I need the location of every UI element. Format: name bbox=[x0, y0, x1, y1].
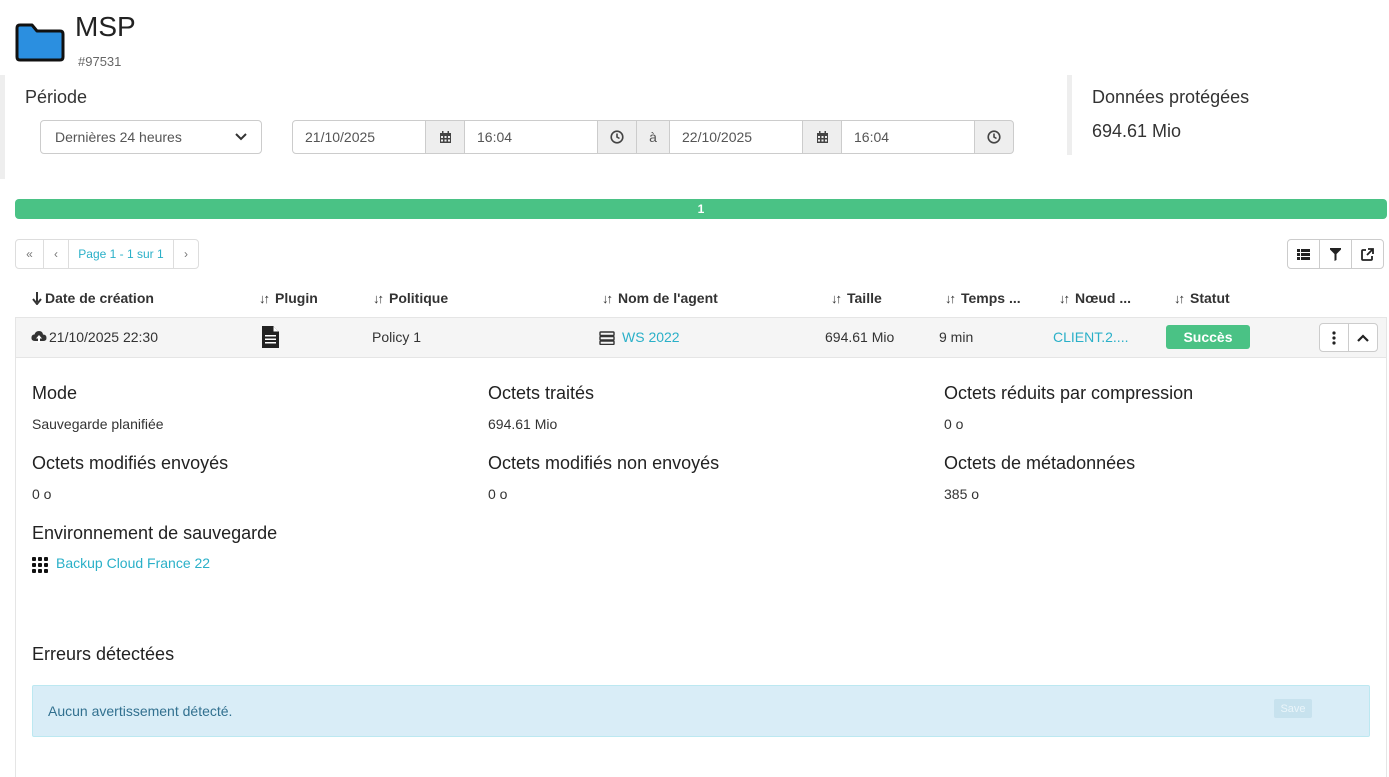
row-policy: Policy 1 bbox=[372, 329, 422, 345]
column-label: Temps ... bbox=[961, 290, 1021, 306]
from-date-input[interactable]: 21/10/2025 bbox=[292, 120, 426, 154]
save-button[interactable]: Save bbox=[1274, 699, 1312, 718]
from-calendar-button[interactable] bbox=[425, 120, 465, 154]
sort-icon: ↓↑ bbox=[1059, 290, 1070, 306]
period-title: Période bbox=[25, 87, 88, 107]
row-date: 21/10/2025 22:30 bbox=[49, 329, 158, 345]
sort-desc-icon bbox=[32, 291, 42, 305]
export-icon bbox=[1361, 247, 1374, 261]
row-menu-button[interactable] bbox=[1319, 323, 1349, 352]
column-label: Plugin bbox=[275, 290, 318, 306]
export-button[interactable] bbox=[1351, 239, 1384, 269]
next-page-button[interactable]: › bbox=[173, 239, 199, 269]
node-link[interactable]: CLIENT.2.... bbox=[1053, 329, 1128, 345]
to-time-input[interactable]: 16:04 bbox=[841, 120, 975, 154]
cloud-upload-icon bbox=[31, 331, 47, 343]
folder-icon bbox=[15, 23, 65, 62]
column-policy[interactable]: ↓↑ Politique bbox=[373, 290, 448, 306]
sort-icon: ↓↑ bbox=[1174, 290, 1185, 306]
modified-unsent-title: Octets modifiés non envoyés bbox=[488, 453, 720, 473]
protected-title: Données protégées bbox=[1092, 87, 1250, 107]
row-size: 694.61 Mio bbox=[825, 329, 895, 345]
column-plugin[interactable]: ↓↑ Plugin bbox=[259, 290, 318, 306]
agent-link[interactable]: WS 2022 bbox=[622, 329, 680, 345]
from-clock-button[interactable] bbox=[597, 120, 637, 154]
file-text-icon bbox=[262, 326, 279, 348]
jobs-progress-bar: 1 bbox=[15, 199, 1387, 219]
org-id: #97531 bbox=[78, 54, 122, 69]
column-date[interactable]: Date de création bbox=[32, 290, 154, 306]
grid-icon bbox=[32, 557, 48, 573]
sort-icon: ↓↑ bbox=[259, 290, 270, 306]
column-label: Nœud ... bbox=[1075, 290, 1131, 306]
processed-title: Octets traités bbox=[488, 383, 595, 403]
column-label: Date de création bbox=[45, 290, 154, 306]
status-badge: Succès bbox=[1166, 325, 1250, 349]
modified-unsent-value: 0 o bbox=[488, 486, 508, 502]
row-duration: 9 min bbox=[939, 329, 974, 345]
period-range-value: Dernières 24 heures bbox=[55, 129, 182, 145]
pagination: « ‹ Page 1 - 1 sur 1 › bbox=[15, 239, 199, 269]
errors-title: Erreurs détectées bbox=[32, 644, 175, 664]
prev-page-button[interactable]: ‹ bbox=[43, 239, 69, 269]
column-label: Statut bbox=[1190, 290, 1230, 306]
modified-sent-value: 0 o bbox=[32, 486, 52, 502]
chevron-up-icon bbox=[1357, 333, 1369, 342]
metadata-value: 385 o bbox=[944, 486, 980, 502]
protected-value: 694.61 Mio bbox=[1092, 121, 1182, 141]
column-duration[interactable]: ↓↑ Temps ... bbox=[945, 290, 1021, 306]
period-range-select[interactable]: Dernières 24 heures bbox=[40, 120, 262, 154]
clock-icon bbox=[987, 130, 1001, 144]
column-size[interactable]: ↓↑ Taille bbox=[831, 290, 882, 306]
column-agent[interactable]: ↓↑ Nom de l'agent bbox=[602, 290, 718, 306]
metadata-title: Octets de métadonnées bbox=[944, 453, 1136, 473]
environment-link[interactable]: Backup Cloud France 22 bbox=[56, 555, 210, 571]
first-page-button[interactable]: « bbox=[15, 239, 44, 269]
more-vertical-icon bbox=[1332, 330, 1336, 345]
calendar-icon bbox=[439, 130, 451, 143]
clock-icon bbox=[610, 130, 624, 144]
sort-icon: ↓↑ bbox=[945, 290, 956, 306]
mode-title: Mode bbox=[32, 383, 78, 403]
collapse-row-button[interactable] bbox=[1348, 323, 1378, 352]
page-indicator[interactable]: Page 1 - 1 sur 1 bbox=[68, 239, 174, 269]
to-date-input[interactable]: 22/10/2025 bbox=[669, 120, 803, 154]
filter-icon bbox=[1330, 247, 1341, 261]
page-title: MSP bbox=[75, 11, 136, 42]
compressed-value: 0 o bbox=[944, 416, 964, 432]
sort-icon: ↓↑ bbox=[373, 290, 384, 306]
mode-value: Sauvegarde planifiée bbox=[32, 416, 164, 432]
sort-icon: ↓↑ bbox=[602, 290, 613, 306]
to-calendar-button[interactable] bbox=[802, 120, 842, 154]
column-status[interactable]: ↓↑ Statut bbox=[1174, 290, 1230, 306]
row-actions bbox=[1319, 323, 1378, 352]
processed-value: 694.61 Mio bbox=[488, 416, 558, 432]
server-icon bbox=[599, 331, 615, 345]
filter-button[interactable] bbox=[1319, 239, 1352, 269]
from-time-input[interactable]: 16:04 bbox=[464, 120, 598, 154]
range-separator: à bbox=[636, 120, 670, 154]
column-node[interactable]: ↓↑ Nœud ... bbox=[1059, 290, 1131, 306]
list-view-icon bbox=[1297, 248, 1310, 260]
modified-sent-title: Octets modifiés envoyés bbox=[32, 453, 229, 473]
chevron-down-icon bbox=[235, 133, 247, 141]
sort-icon: ↓↑ bbox=[831, 290, 842, 306]
environment-title: Environnement de sauvegarde bbox=[32, 523, 278, 543]
table-toolbar bbox=[1287, 239, 1384, 269]
column-label: Nom de l'agent bbox=[618, 290, 718, 306]
no-warnings-alert: Aucun avertissement détecté. bbox=[32, 685, 1370, 737]
column-label: Politique bbox=[389, 290, 449, 306]
column-label: Taille bbox=[847, 290, 882, 306]
date-range-group: 21/10/2025 16:04 à 22/10/2025 16:04 bbox=[292, 120, 1014, 154]
list-view-button[interactable] bbox=[1287, 239, 1320, 269]
compressed-title: Octets réduits par compression bbox=[944, 383, 1194, 403]
to-clock-button[interactable] bbox=[974, 120, 1014, 154]
calendar-icon bbox=[816, 130, 828, 143]
